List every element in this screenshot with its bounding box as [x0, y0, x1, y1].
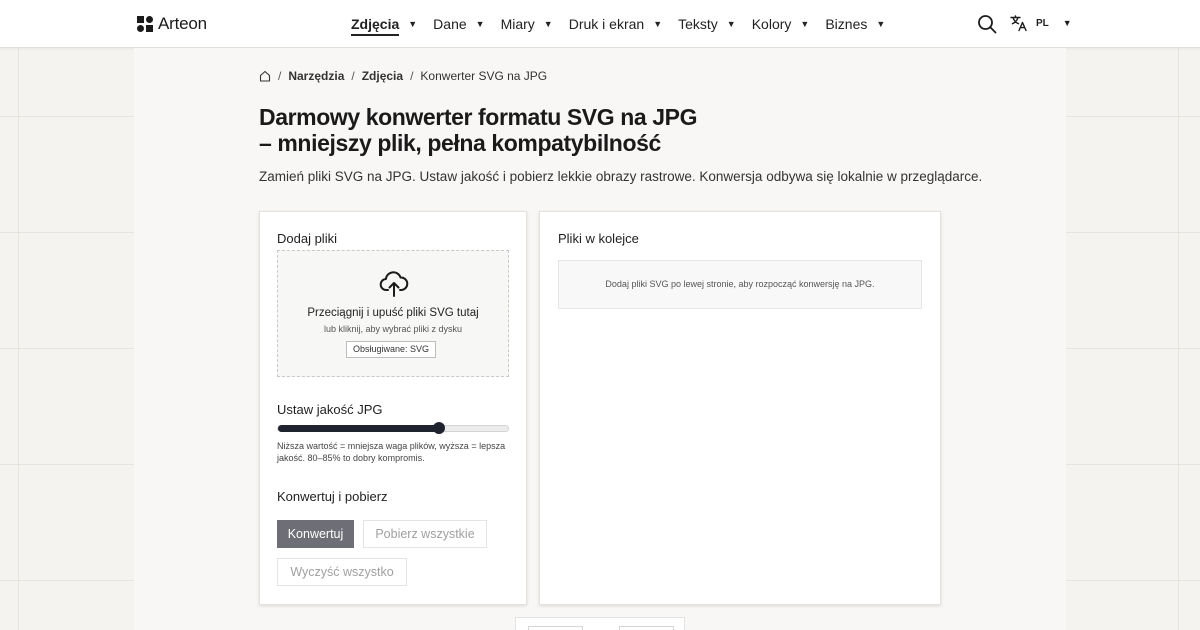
breadcrumb-current: Konwerter SVG na JPG: [420, 69, 548, 83]
quality-hint: Niższa wartość = mniejsza waga plików, w…: [277, 441, 506, 463]
quality-slider-thumb[interactable]: [433, 422, 445, 434]
actions-section-title: Konwertuj i pobierz: [277, 489, 388, 504]
page-title: Darmowy konwerter formatu SVG na JPG – m…: [259, 104, 819, 156]
page-title-line-2: – mniejszy plik, pełna kompatybilność: [259, 130, 661, 156]
search-button[interactable]: [976, 13, 998, 35]
bottom-control: [619, 626, 674, 630]
breadcrumb-link-narzedzia[interactable]: Narzędzia: [288, 69, 344, 83]
bottom-section-edge: [515, 617, 685, 630]
supported-formats-badge: Obsługiwane: SVG: [346, 341, 437, 358]
top-navigation-bar: Arteon Zdjęcia ▼ Dane ▼ Miary ▼ Druk i e…: [0, 0, 1200, 48]
upload-section-title: Dodaj pliki: [277, 231, 337, 246]
dropzone-subtitle: lub kliknij, aby wybrać pliki z dysku: [323, 324, 463, 334]
file-queue-panel: Pliki w kolejce Dodaj pliki SVG po lewej…: [539, 211, 941, 605]
logo-icon: [137, 16, 153, 32]
queue-empty-state: Dodaj pliki SVG po lewej stronie, aby ro…: [558, 260, 922, 309]
nav-item-kolory[interactable]: Kolory ▼: [752, 16, 810, 32]
nav-item-label: Zdjęcia: [351, 16, 400, 36]
caret-down-icon: ▼: [1062, 18, 1072, 28]
breadcrumb-separator: /: [351, 69, 355, 83]
breadcrumb: / Narzędzia / Zdjęcia / Konwerter SVG na…: [259, 69, 547, 83]
caret-down-icon: ▼: [653, 19, 663, 29]
quality-slider-fill: [278, 425, 439, 432]
nav-item-druk-i-ekran[interactable]: Druk i ekran ▼: [569, 16, 662, 32]
nav-item-label: Dane: [433, 16, 467, 32]
search-icon: [978, 15, 997, 34]
breadcrumb-separator: /: [278, 69, 282, 83]
caret-down-icon: ▼: [876, 19, 886, 29]
bottom-control: [528, 626, 583, 630]
home-icon[interactable]: [259, 70, 271, 82]
language-selector[interactable]: PL ▼: [1010, 14, 1072, 32]
download-all-button[interactable]: Pobierz wszystkie: [363, 520, 487, 548]
nav-item-label: Biznes: [825, 16, 868, 32]
quality-slider[interactable]: [277, 422, 509, 434]
convert-button[interactable]: Konwertuj: [277, 520, 354, 548]
dropzone-title: Przeciągnij i upuść pliki SVG tutaj: [307, 307, 479, 319]
breadcrumb-link-zdjecia[interactable]: Zdjęcia: [362, 69, 403, 83]
logo[interactable]: Arteon: [137, 14, 207, 34]
nav-item-dane[interactable]: Dane ▼: [433, 16, 484, 32]
nav-item-teksty[interactable]: Teksty ▼: [678, 16, 736, 32]
language-label: PL: [1036, 17, 1049, 29]
translate-icon: [1010, 15, 1027, 32]
caret-down-icon: ▼: [800, 19, 810, 29]
nav-item-label: Kolory: [751, 16, 792, 32]
page-title-line-1: Darmowy konwerter formatu SVG na JPG: [259, 104, 698, 130]
caret-down-icon: ▼: [543, 19, 553, 29]
main-content: / Narzędzia / Zdjęcia / Konwerter SVG na…: [134, 48, 1066, 630]
caret-down-icon: ▼: [408, 19, 418, 29]
caret-down-icon: ▼: [726, 19, 736, 29]
nav-item-label: Teksty: [678, 16, 718, 32]
converter-settings-panel: Dodaj pliki Przeciągnij i upuść pliki SV…: [259, 211, 527, 605]
queue-section-title: Pliki w kolejce: [558, 231, 639, 246]
file-dropzone[interactable]: Przeciągnij i upuść pliki SVG tutaj lub …: [277, 250, 509, 377]
page-subtitle: Zamień pliki SVG na JPG. Ustaw jakość i …: [259, 169, 983, 184]
nav-item-label: Druk i ekran: [568, 16, 645, 32]
nav-item-miary[interactable]: Miary ▼: [501, 16, 553, 32]
nav-item-zdjecia[interactable]: Zdjęcia ▼: [351, 12, 417, 36]
breadcrumb-separator: /: [410, 69, 414, 83]
nav-item-biznes[interactable]: Biznes ▼: [825, 16, 885, 32]
cloud-upload-icon: [379, 271, 409, 297]
caret-down-icon: ▼: [475, 19, 485, 29]
nav-item-label: Miary: [500, 16, 535, 32]
main-nav: Zdjęcia ▼ Dane ▼ Miary ▼ Druk i ekran ▼ …: [351, 0, 901, 48]
quality-section-title: Ustaw jakość JPG: [277, 402, 383, 417]
clear-all-button[interactable]: Wyczyść wszystko: [277, 558, 407, 586]
logo-text: Arteon: [158, 14, 207, 33]
